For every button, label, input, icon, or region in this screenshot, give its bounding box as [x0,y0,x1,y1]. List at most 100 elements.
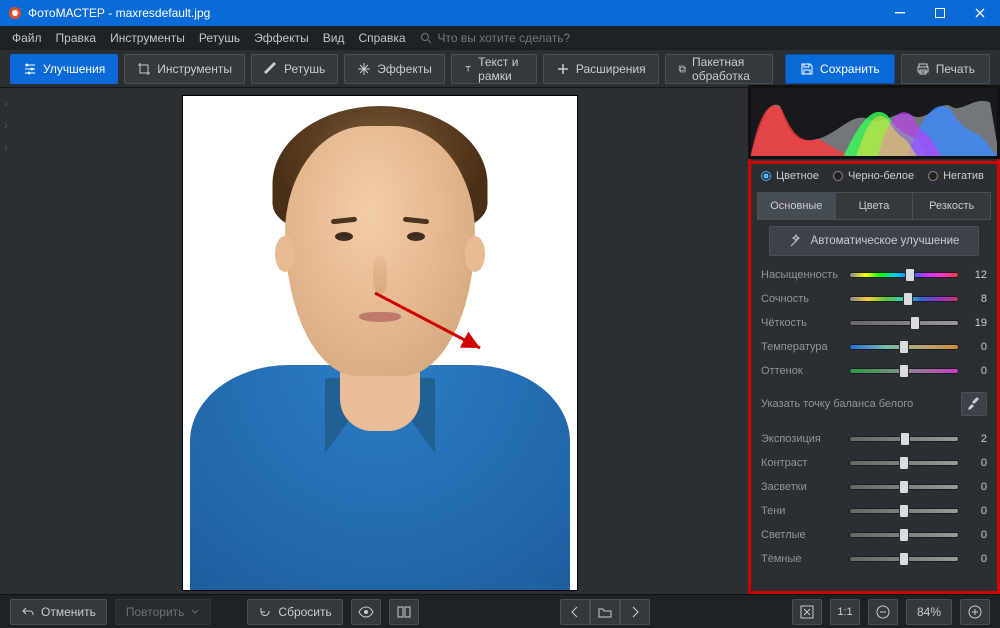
tab-text-frames[interactable]: Текст и рамки [451,54,537,84]
chevron-down-icon [190,607,200,617]
window-minimize-button[interactable] [880,0,920,26]
reset-button[interactable]: Сбросить [247,599,342,625]
menu-instruments[interactable]: Инструменты [110,31,185,45]
subtab-colors[interactable]: Цвета [836,192,914,220]
slider-vibrance-track[interactable] [849,296,959,302]
slider-contrast-track[interactable] [849,460,959,466]
menu-file[interactable]: Файл [12,31,42,45]
white-balance-picker-button[interactable] [961,392,987,416]
window-maximize-button[interactable] [920,0,960,26]
menu-search[interactable]: Что вы хотите сделать? [420,31,571,45]
text-icon [464,62,472,76]
tab-enhance-label: Улучшения [43,62,105,76]
main-toolbar: Улучшения Инструменты Ретушь Эффекты Тек… [0,50,1000,88]
redo-button[interactable]: Повторить [115,599,212,625]
zoom-out-button[interactable] [868,599,898,625]
slider-shadows-track[interactable] [849,508,959,514]
slider-contrast-value: 0 [967,457,987,469]
save-button-label: Сохранить [820,62,880,76]
slider-temperature-thumb[interactable] [899,340,909,354]
minus-circle-icon [876,605,890,619]
tab-enhance[interactable]: Улучшения [10,54,118,84]
radio-dot-icon [833,171,843,181]
slider-vibrance-value: 8 [967,293,987,305]
crop-icon [137,62,151,76]
reset-label: Сбросить [278,605,331,619]
slider-blacks-track[interactable] [849,556,959,562]
radio-negative[interactable]: Негатив [928,170,984,182]
tab-extensions[interactable]: Расширения [543,54,659,84]
actual-size-button[interactable]: 1:1 [830,599,860,625]
slider-tint-track[interactable] [849,368,959,374]
slider-highlights-track[interactable] [849,484,959,490]
slider-exposure-thumb[interactable] [900,432,910,446]
slider-whites-thumb[interactable] [899,528,909,542]
fit-screen-button[interactable] [792,599,822,625]
tab-effects[interactable]: Эффекты [344,54,445,84]
chevron-right-icon [630,606,640,618]
menu-retouch[interactable]: Ретушь [199,31,240,45]
slider-shadows-label: Тени [761,505,841,517]
nav-cluster [560,599,650,625]
chevron-left-icon [570,606,580,618]
slider-highlights-thumb[interactable] [899,480,909,494]
slider-clarity-track[interactable] [849,320,959,326]
slider-highlights: Засветки0 [761,478,987,496]
slider-tint-thumb[interactable] [899,364,909,378]
prev-image-button[interactable] [560,599,590,625]
zoom-value[interactable]: 84% [906,599,952,625]
slider-exposure-value: 2 [967,433,987,445]
menu-search-placeholder: Что вы хотите сделать? [438,31,571,45]
menu-help[interactable]: Справка [358,31,405,45]
zoom-label: 84% [917,605,941,619]
slider-whites-label: Светлые [761,529,841,541]
slider-clarity-label: Чёткость [761,317,841,329]
chevron-right-icon: › [4,140,8,154]
reset-icon [258,605,272,619]
radio-dot-icon [928,171,938,181]
bottom-bar: Отменить Повторить Сбросить 1:1 84% [0,594,1000,628]
next-image-button[interactable] [620,599,650,625]
eye-icon [358,606,374,618]
canvas-area[interactable] [12,88,748,594]
subtab-basic[interactable]: Основные [757,192,836,220]
window-close-button[interactable] [960,0,1000,26]
tab-batch[interactable]: Пакетная обработка [665,54,773,84]
histogram [748,85,1000,159]
slider-shadows-thumb[interactable] [899,504,909,518]
print-button-label: Печать [936,62,975,76]
preview-toggle-button[interactable] [351,599,381,625]
slider-shadows-value: 0 [967,505,987,517]
save-button[interactable]: Сохранить [785,54,895,84]
zoom-in-button[interactable] [960,599,990,625]
radio-color[interactable]: Цветное [761,170,819,182]
auto-enhance-label: Автоматическое улучшение [811,235,960,247]
slider-contrast-thumb[interactable] [899,456,909,470]
chevron-right-icon: › [4,96,8,110]
undo-button[interactable]: Отменить [10,599,107,625]
menu-effects[interactable]: Эффекты [254,31,309,45]
menu-edit[interactable]: Правка [56,31,97,45]
open-folder-button[interactable] [590,599,620,625]
slider-vibrance-thumb[interactable] [903,292,913,306]
radio-bw[interactable]: Черно-белое [833,170,914,182]
tab-tools[interactable]: Инструменты [124,54,245,84]
slider-blacks-thumb[interactable] [899,552,909,566]
compare-view-button[interactable] [389,599,419,625]
slider-saturation-thumb[interactable] [905,268,915,282]
tab-retouch[interactable]: Ретушь [251,54,338,84]
slider-clarity-thumb[interactable] [910,316,920,330]
photo-preview [183,96,577,590]
slider-exposure-label: Экспозиция [761,433,841,445]
slider-temperature-track[interactable] [849,344,959,350]
menu-view[interactable]: Вид [323,31,345,45]
slider-exposure-track[interactable] [849,436,959,442]
print-button[interactable]: Печать [901,54,990,84]
slider-saturation-track[interactable] [849,272,959,278]
plus-circle-icon [968,605,982,619]
auto-enhance-button[interactable]: Автоматическое улучшение [769,226,979,256]
subtab-sharpen[interactable]: Резкость [913,192,991,220]
menu-bar: Файл Правка Инструменты Ретушь Эффекты В… [0,26,1000,50]
slider-temperature: Температура0 [761,338,987,356]
slider-whites-track[interactable] [849,532,959,538]
